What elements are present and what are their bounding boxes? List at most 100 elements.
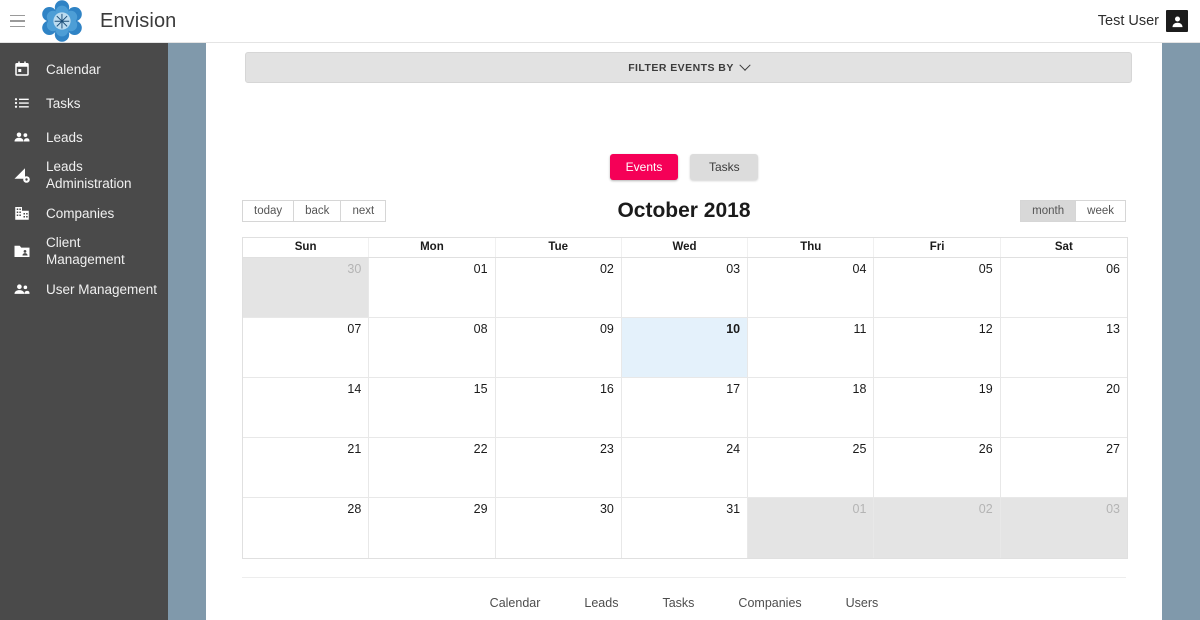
footer-link-users[interactable]: Users xyxy=(846,596,879,610)
sidebar-item-client-management[interactable]: Client Management xyxy=(0,230,168,272)
sidebar-item-label: User Management xyxy=(46,281,158,297)
sidebar-item-companies[interactable]: Companies xyxy=(0,196,168,230)
mode-toggle-group: Events Tasks xyxy=(206,154,1162,180)
calendar-day-cell[interactable]: 02 xyxy=(874,498,1001,558)
calendar-day-cell[interactable]: 19 xyxy=(874,378,1001,437)
calendar-day-cell[interactable]: 27 xyxy=(1001,438,1127,497)
people-icon xyxy=(8,128,36,146)
calendar-weekday-header: Sun Mon Tue Wed Thu Fri Sat xyxy=(243,237,1127,258)
calendar-day-cell[interactable]: 14 xyxy=(243,378,370,437)
leads-admin-gear-icon xyxy=(8,166,36,184)
calendar-grid: Sun Mon Tue Wed Thu Fri Sat 30 01 02 03 04 05 06 07 08… xyxy=(242,237,1128,559)
calendar-day-cell[interactable]: 21 xyxy=(243,438,370,497)
calendar-day-cell[interactable]: 26 xyxy=(874,438,1001,497)
main-sidebar: Calendar Tasks Leads Leads Administratio… xyxy=(0,43,168,620)
hamburger-menu-icon[interactable] xyxy=(0,0,34,43)
calendar-day-cell[interactable]: 31 xyxy=(622,498,749,558)
user-management-icon xyxy=(8,280,36,298)
calendar-weekday-thu: Thu xyxy=(748,238,875,257)
hamburger-line xyxy=(9,20,25,22)
hamburger-line xyxy=(9,14,25,17)
sidebar-accent-strip xyxy=(168,43,206,620)
calendar-week-row: 07 08 09 10 11 12 13 xyxy=(243,318,1127,378)
filter-events-bar[interactable]: FILTER EVENTS BY xyxy=(245,52,1132,83)
calendar-day-cell[interactable]: 28 xyxy=(243,498,370,558)
client-folder-icon xyxy=(8,242,36,260)
sidebar-item-leads-administration[interactable]: Leads Administration xyxy=(0,154,168,196)
calendar-day-cell[interactable]: 01 xyxy=(369,258,496,317)
calendar-day-cell[interactable]: 09 xyxy=(496,318,622,377)
calendar-day-cell[interactable]: 23 xyxy=(496,438,622,497)
calendar-day-cell[interactable]: 18 xyxy=(748,378,875,437)
hamburger-line xyxy=(9,25,25,28)
list-icon xyxy=(8,94,36,112)
calendar-day-cell[interactable]: 08 xyxy=(369,318,496,377)
right-accent-strip xyxy=(1162,43,1200,620)
calendar-weekday-tue: Tue xyxy=(496,238,622,257)
calendar-day-cell[interactable]: 11 xyxy=(748,318,875,377)
calendar-day-cell[interactable]: 12 xyxy=(874,318,1001,377)
calendar-day-cell[interactable]: 06 xyxy=(1001,258,1127,317)
calendar-day-cell[interactable]: 05 xyxy=(874,258,1001,317)
calendar-week-row: 14 15 16 17 18 19 20 xyxy=(243,378,1127,438)
calendar-toolbar: today back next October 2018 month week xyxy=(242,197,1126,225)
sidebar-item-tasks[interactable]: Tasks xyxy=(0,86,168,120)
calendar-day-cell[interactable]: 02 xyxy=(496,258,622,317)
tasks-tab-button[interactable]: Tasks xyxy=(690,154,759,180)
footer-link-calendar[interactable]: Calendar xyxy=(490,596,541,610)
sidebar-item-leads[interactable]: Leads xyxy=(0,120,168,154)
filter-events-label: FILTER EVENTS BY xyxy=(628,61,734,74)
footer-divider xyxy=(242,577,1126,578)
top-header-bar: ✳ Envision Test User xyxy=(0,0,1200,43)
footer-link-leads[interactable]: Leads xyxy=(584,596,618,610)
calendar-day-cell[interactable]: 03 xyxy=(1000,498,1127,558)
calendar-container: today back next October 2018 month week Sun… xyxy=(242,197,1128,559)
calendar-week-row: 21 22 23 24 25 26 27 xyxy=(243,438,1127,498)
calendar-day-cell[interactable]: 15 xyxy=(369,378,496,437)
footer-link-tasks[interactable]: Tasks xyxy=(662,596,694,610)
calendar-day-cell[interactable]: 29 xyxy=(369,498,496,558)
calendar-day-cell[interactable]: 30 xyxy=(243,258,370,317)
calendar-day-cell[interactable]: 07 xyxy=(243,318,370,377)
envision-flower-logo: ✳ xyxy=(38,0,86,42)
footer-link-companies[interactable]: Companies xyxy=(738,596,801,610)
calendar-week-row: 28 29 30 31 01 02 03 xyxy=(243,498,1127,558)
calendar-day-cell[interactable]: 16 xyxy=(496,378,622,437)
sidebar-item-label: Leads xyxy=(46,129,83,145)
sidebar-item-label: Companies xyxy=(46,205,115,221)
building-icon xyxy=(8,204,36,222)
calendar-day-cell[interactable]: 17 xyxy=(622,378,749,437)
calendar-day-cell[interactable]: 25 xyxy=(748,438,875,497)
user-avatar-icon xyxy=(1166,10,1188,32)
calendar-day-cell[interactable]: 10 xyxy=(621,318,749,377)
chevron-down-icon xyxy=(739,59,751,71)
calendar-icon xyxy=(8,60,36,78)
calendar-weekday-wed: Wed xyxy=(622,238,749,257)
sidebar-item-calendar[interactable]: Calendar xyxy=(0,52,168,86)
calendar-day-cell[interactable]: 01 xyxy=(748,498,875,558)
calendar-day-cell[interactable]: 30 xyxy=(496,498,622,558)
sidebar-item-user-management[interactable]: User Management xyxy=(0,272,168,306)
svg-text:✳: ✳ xyxy=(54,10,71,34)
sidebar-item-label: Calendar xyxy=(46,61,101,77)
calendar-weekday-fri: Fri xyxy=(874,238,1001,257)
calendar-title: October 2018 xyxy=(617,199,751,222)
calendar-week-row: 30 01 02 03 04 05 06 xyxy=(243,258,1127,318)
user-name-label: Test User xyxy=(1097,13,1159,29)
calendar-weekday-sun: Sun xyxy=(243,238,370,257)
calendar-weekday-mon: Mon xyxy=(369,238,496,257)
user-menu[interactable]: Test User xyxy=(1098,10,1188,32)
calendar-day-cell[interactable]: 22 xyxy=(369,438,496,497)
sidebar-item-label: Leads Administration xyxy=(46,159,132,191)
calendar-day-cell[interactable]: 20 xyxy=(1001,378,1127,437)
calendar-day-cell[interactable]: 03 xyxy=(622,258,749,317)
events-tab-button[interactable]: Events xyxy=(609,154,679,180)
calendar-day-cell[interactable]: 04 xyxy=(748,258,875,317)
calendar-day-cell[interactable]: 24 xyxy=(622,438,749,497)
calendar-weekday-sat: Sat xyxy=(1054,241,1073,253)
calendar-day-cell[interactable]: 13 xyxy=(1001,318,1127,377)
app-title: Envision xyxy=(100,9,177,32)
sidebar-item-label: Tasks xyxy=(46,95,81,111)
calendar-body: 30 01 02 03 04 05 06 07 08 09 10 11 12 13 14 15 16 17 18 19… xyxy=(243,258,1127,558)
sidebar-item-label: Client Management xyxy=(46,235,125,267)
